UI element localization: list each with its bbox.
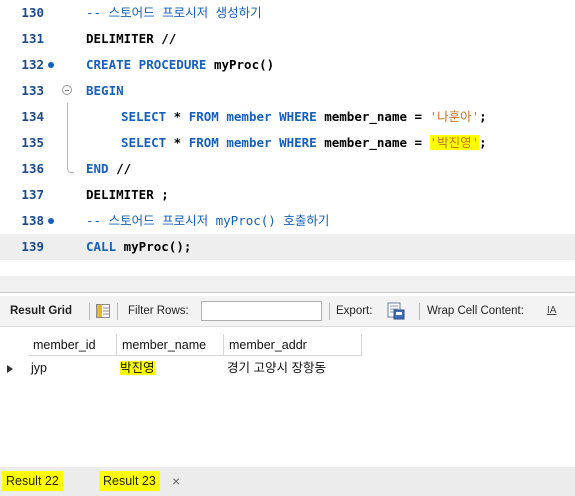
code-token: FROM [188,135,219,150]
statement-marker-icon [48,218,54,224]
column-header[interactable]: member_name [117,334,224,356]
line-number: 136 [21,161,44,176]
filter-rows-label: Filter Rows: [128,305,189,317]
table-cell[interactable]: 박진영 [117,358,224,378]
code-token: DELIMITER // [86,31,177,46]
result-tabs: Result 22 Result 23 × [0,467,575,496]
code-token: DELIMITER ; [86,187,169,202]
table-cell[interactable]: jyp [28,358,117,378]
code-token: BEGIN [86,83,124,98]
divider [329,303,330,320]
code-token: -- 스토어드 프로시저 생성하기 [86,5,262,20]
wrap-cell-icon[interactable]: IA [547,296,556,326]
code-token: SELECT [121,135,167,150]
code-token: member_name = [316,109,430,124]
code-token: CREATE PROCEDURE [86,57,214,72]
line-number: 135 [21,135,44,150]
highlighted-value: 박진영 [120,361,155,375]
panel-splitter[interactable] [0,262,575,292]
tab-result-23[interactable]: Result 23 [99,471,160,491]
line-number: 134 [21,109,44,124]
code-token: member [218,135,280,150]
code-line[interactable]: 136 END // [0,156,575,182]
splitter-band[interactable] [0,276,575,292]
code-text: CREATE PROCEDURE myProc() [86,52,274,78]
close-tab-icon[interactable]: × [172,471,180,491]
table-cell[interactable]: 경기 고양시 장항동 [224,358,374,378]
wrap-cell-content-label: Wrap Cell Content: [427,305,524,317]
code-text: BEGIN [86,78,124,104]
result-grid-label[interactable]: Result Grid [10,296,72,326]
code-token: SELECT [121,109,167,124]
code-text: END // [86,156,131,182]
code-token: -- 스토어드 프로시저 myProc() 호출하기 [86,213,330,228]
code-text: -- 스토어드 프로시저 생성하기 [86,0,262,26]
code-line[interactable]: 135 SELECT * FROM member WHERE member_na… [0,130,575,156]
statement-marker-icon [48,62,54,68]
code-line[interactable]: 130 -- 스토어드 프로시저 생성하기 [0,0,575,26]
fold-guide-end [67,166,74,173]
line-number: 133 [21,83,44,98]
line-number: 130 [21,5,44,20]
code-token: // [108,161,132,176]
sql-editor[interactable]: 130 -- 스토어드 프로시저 생성하기 131 DELIMITER // 1… [0,0,575,262]
code-token: CALL [86,239,117,254]
code-token: member_name = [316,135,430,150]
code-token: * [166,109,189,124]
tab-result-22[interactable]: Result 22 [2,471,63,491]
code-text: SELECT * FROM member WHERE member_name =… [121,104,487,130]
code-token: myProc() [213,57,275,72]
code-text: DELIMITER ; [86,182,169,208]
code-line[interactable]: 132 CREATE PROCEDURE myProc() [0,52,575,78]
code-text: SELECT * FROM member WHERE member_name =… [121,130,487,156]
code-line[interactable]: 137 DELIMITER ; [0,182,575,208]
code-token: END [86,161,109,176]
line-number: 137 [21,187,44,202]
result-toolbar: Result Grid Filter Rows: Export: Wrap Ce… [0,296,575,327]
code-token: WHERE [279,135,317,150]
code-token: WHERE [279,109,317,124]
code-token: ; [479,135,487,150]
column-header[interactable]: member_addr [224,334,362,356]
divider [117,303,118,320]
divider [0,292,575,293]
divider [89,303,90,320]
filter-rows-input[interactable] [201,301,322,321]
line-number: 132 [21,57,44,72]
column-header[interactable]: member_id [28,334,117,356]
export-icon[interactable] [387,302,405,320]
divider [419,303,420,320]
line-number: 138 [21,213,44,228]
code-text: CALL myProc(); [86,234,191,260]
code-line[interactable]: 134 SELECT * FROM member WHERE member_na… [0,104,575,130]
current-row-arrow-icon [7,365,13,373]
code-token: FROM [188,109,219,124]
code-token: myProc(); [116,239,192,254]
code-line[interactable]: 133 BEGIN [0,78,575,104]
code-text: -- 스토어드 프로시저 myProc() 호출하기 [86,208,329,234]
code-token: '나훈아' [429,109,480,124]
code-line-current[interactable]: 139 CALL myProc(); [0,234,575,260]
code-token: ; [479,109,487,124]
code-text: DELIMITER // [86,26,176,52]
fold-guide [67,103,68,167]
code-line[interactable]: 131 DELIMITER // [0,26,575,52]
code-line[interactable]: 138 -- 스토어드 프로시저 myProc() 호출하기 [0,208,575,234]
code-token: member [218,109,280,124]
line-number: 139 [21,239,44,254]
grid-layout-icon[interactable] [96,304,110,318]
fold-toggle-icon[interactable] [62,85,72,95]
code-token: * [166,135,189,150]
code-token: '박진영' [429,135,480,150]
line-number: 131 [21,31,44,46]
export-label: Export: [336,305,373,317]
